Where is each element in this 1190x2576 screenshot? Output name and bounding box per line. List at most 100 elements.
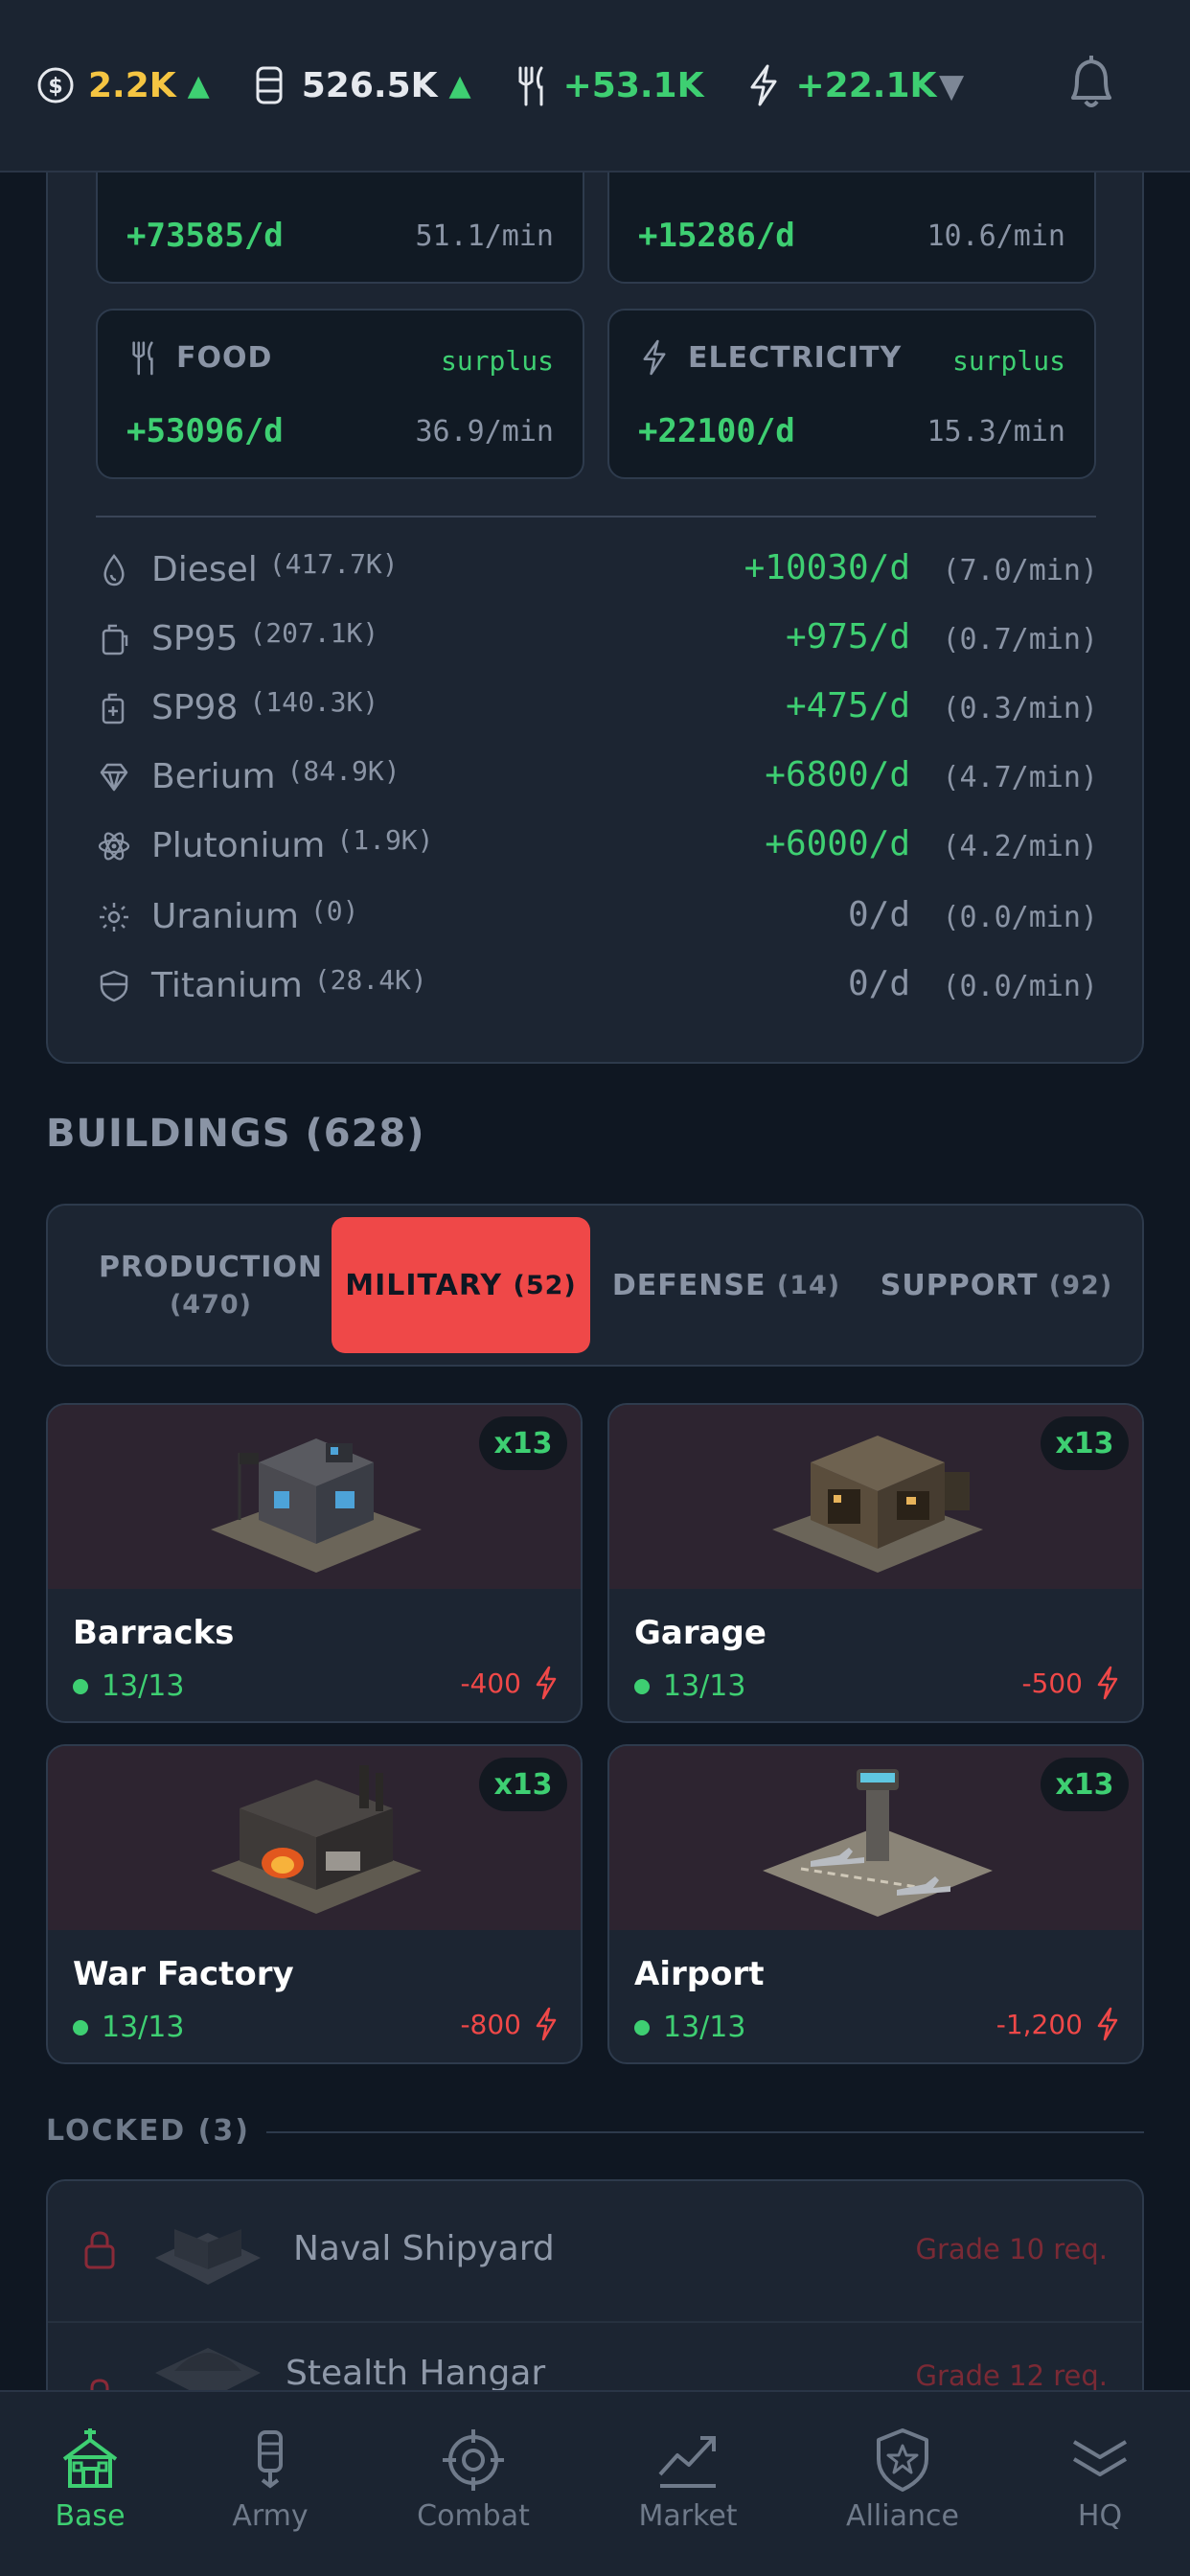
- base-house-icon: [62, 2428, 118, 2488]
- money-resource[interactable]: $ 2.2K ▲: [36, 64, 210, 106]
- building-name: War Factory: [73, 1955, 294, 1993]
- material-name: Plutonium: [151, 826, 326, 865]
- garage-building-icon: [772, 1436, 983, 1573]
- tab-military[interactable]: MILITARY (52): [332, 1217, 590, 1353]
- atom-icon: [98, 832, 130, 861]
- locked-title: LOCKED (3): [46, 2114, 250, 2148]
- nav-alliance[interactable]: Alliance: [826, 2426, 979, 2533]
- shield-icon: [100, 970, 128, 1002]
- electricity-resource[interactable]: +22.1K: [744, 64, 936, 106]
- material-stock: (1.9K): [336, 824, 434, 856]
- divider: [266, 2131, 1144, 2133]
- fork-knife-icon: [518, 66, 543, 106]
- barrel-icon: [256, 66, 283, 104]
- tab-count: (470): [169, 1290, 253, 1320]
- building-card-airport[interactable]: x13 Airport 13/13 -1,200: [607, 1744, 1144, 2064]
- trend-chart-icon: [658, 2436, 716, 2488]
- nav-base[interactable]: Base: [13, 2426, 167, 2533]
- nav-market[interactable]: Market: [611, 2426, 765, 2533]
- dollar-coin-icon: $: [37, 67, 74, 104]
- building-category-tabs: PRODUCTION (470) MILITARY (52) DEFENSE (…: [46, 1204, 1144, 1367]
- material-name: Titanium: [151, 966, 303, 1005]
- nav-label: Alliance: [846, 2499, 959, 2533]
- material-per-min: (0.3/min): [942, 692, 1098, 725]
- building-status: 13/13: [634, 1669, 745, 1703]
- material-row-titanium: Titanium (28.4K) 0/d (0.0/min): [96, 958, 1098, 1016]
- nav-label: Base: [55, 2499, 126, 2533]
- tile-rate: 36.9/min: [415, 415, 555, 448]
- nav-label: Army: [232, 2499, 309, 2533]
- material-per-day: +975/d: [785, 617, 910, 656]
- tile-state: surplus: [440, 345, 554, 377]
- material-per-day: +475/d: [785, 686, 910, 725]
- food-tile[interactable]: FOOD surplus +53096/d 36.9/min: [96, 309, 584, 479]
- up-arrow-icon: ▲: [448, 68, 471, 103]
- building-card-war-factory[interactable]: x13 War Factory 13/13 -800: [46, 1744, 583, 2064]
- oil-resource[interactable]: 526.5K ▲: [250, 64, 471, 106]
- nav-combat[interactable]: Combat: [397, 2426, 550, 2533]
- power-usage: -1,200: [996, 2007, 1121, 2041]
- material-stock: (0): [309, 895, 359, 927]
- naval-shipyard-thumbnail-icon: [155, 2229, 261, 2285]
- status-dot: [73, 1678, 88, 1694]
- power-value: -500: [1021, 1667, 1083, 1699]
- tile-name: ELECTRICITY: [688, 340, 903, 375]
- tab-production[interactable]: PRODUCTION (470): [67, 1217, 355, 1353]
- expand-resources-chevron-icon[interactable]: ▼: [939, 67, 964, 105]
- building-card-barracks[interactable]: x13 Barracks 13/13 -400: [46, 1403, 583, 1723]
- material-stock: (207.1K): [249, 617, 379, 649]
- tile-name: FOOD: [176, 340, 273, 375]
- crosshair-icon: [443, 2429, 504, 2491]
- food-resource[interactable]: +53.1K: [512, 64, 704, 106]
- power-usage: -800: [460, 2007, 560, 2041]
- rank-chevrons-icon: [1072, 2440, 1128, 2476]
- material-name: Diesel: [151, 550, 258, 589]
- tab-label: MILITARY: [345, 1268, 503, 1302]
- nav-label: HQ: [1077, 2499, 1123, 2533]
- army-soldier-icon: [258, 2430, 283, 2489]
- locked-name: Naval Shipyard: [293, 2229, 555, 2268]
- building-capacity: 13/13: [102, 1669, 185, 1703]
- bolt-icon: [1097, 2007, 1118, 2041]
- alliance-shield-icon: [877, 2428, 928, 2492]
- building-name: Garage: [634, 1614, 767, 1652]
- bolt-icon: [536, 1666, 557, 1700]
- material-per-day: +6800/d: [765, 755, 910, 794]
- locked-requirement: Grade 10 req.: [915, 2233, 1108, 2266]
- material-stock: (28.4K): [313, 964, 427, 996]
- divider: [96, 516, 1096, 518]
- tile-state: surplus: [951, 345, 1065, 377]
- building-card-garage[interactable]: x13 Garage 13/13 -500: [607, 1403, 1144, 1723]
- tile-rate: 15.3/min: [927, 415, 1066, 448]
- nav-army[interactable]: Army: [194, 2426, 347, 2533]
- tile-amount: +73585/d: [126, 217, 284, 255]
- count-badge: x13: [479, 1758, 567, 1811]
- tile-amount: +15286/d: [638, 217, 795, 255]
- bolt-icon: [536, 2007, 557, 2041]
- nav-hq[interactable]: HQ: [1023, 2426, 1177, 2533]
- barracks-image: x13: [48, 1405, 581, 1589]
- oil-value: 526.5K: [301, 65, 438, 105]
- material-per-min: (0.0/min): [942, 901, 1098, 934]
- fork-knife-icon: [132, 341, 153, 376]
- tile-amount: +22100/d: [638, 412, 795, 450]
- tab-label: SUPPORT: [880, 1268, 1039, 1302]
- power-value: -400: [460, 1667, 521, 1699]
- war-factory-image: x13: [48, 1746, 581, 1930]
- locked-item-naval-shipyard[interactable]: Naval Shipyard Grade 10 req.: [48, 2181, 1142, 2321]
- notification-bell-icon[interactable]: [1062, 52, 1121, 115]
- material-row-plutonium: Plutonium (1.9K) +6000/d (4.2/min): [96, 818, 1098, 876]
- fuel-can-plus-icon: [102, 693, 125, 724]
- tab-defense[interactable]: DEFENSE (14): [600, 1217, 853, 1353]
- material-row-sp95: SP95 (207.1K) +975/d (0.7/min): [96, 611, 1098, 669]
- material-per-day: 0/d: [847, 895, 910, 934]
- tab-support[interactable]: SUPPORT (92): [862, 1217, 1131, 1353]
- up-arrow-icon: ▲: [187, 68, 210, 103]
- tab-label: DEFENSE: [611, 1268, 767, 1302]
- status-dot: [73, 2019, 88, 2036]
- fuel-can-icon: [102, 624, 128, 656]
- food-value: +53.1K: [562, 65, 704, 105]
- building-name: Barracks: [73, 1614, 235, 1652]
- electricity-tile[interactable]: ELECTRICITY surplus +22100/d 15.3/min: [607, 309, 1096, 479]
- bolt-icon: [750, 64, 776, 106]
